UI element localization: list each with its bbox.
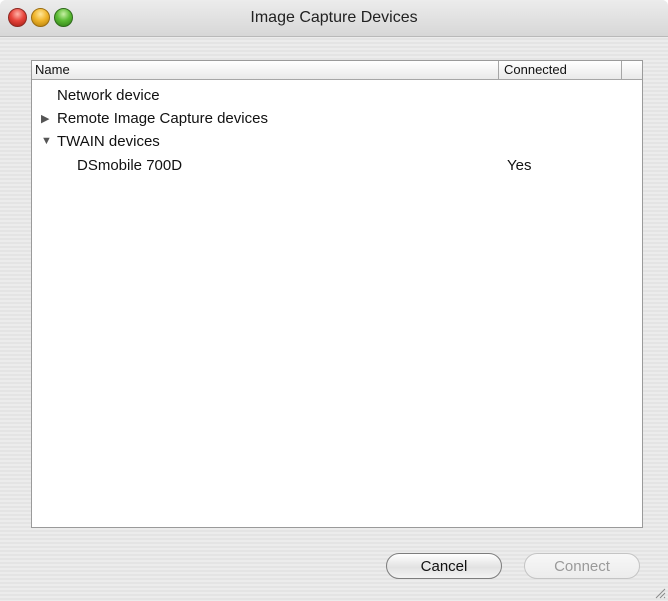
window-title: Image Capture Devices: [250, 9, 418, 26]
column-divider: [498, 61, 499, 79]
table-row-remote-devices[interactable]: ▶ Remote Image Capture devices: [32, 108, 642, 131]
disclosure-collapsed-icon[interactable]: ▶: [41, 112, 49, 125]
table-row-twain-devices[interactable]: ▼ TWAIN devices: [32, 131, 642, 154]
table-row-network-device[interactable]: Network device: [32, 85, 642, 108]
table-header: Name Connected: [32, 61, 642, 80]
resize-grip-icon[interactable]: [654, 587, 666, 599]
row-label: DSmobile 700D: [77, 157, 183, 174]
row-label: TWAIN devices: [57, 133, 160, 150]
table-row-dsmobile[interactable]: DSmobile 700D Yes: [32, 155, 642, 178]
device-table[interactable]: Name Connected Network device ▶ Remote I…: [31, 60, 643, 528]
title-bar[interactable]: Image Capture Devices: [0, 0, 668, 37]
row-label: Network device: [57, 87, 160, 104]
disclosure-expanded-icon[interactable]: ▼: [41, 135, 52, 147]
row-connected-status: Yes: [507, 157, 532, 174]
row-label: Remote Image Capture devices: [57, 110, 268, 127]
column-divider: [621, 61, 622, 79]
connect-button[interactable]: Connect: [524, 553, 640, 579]
column-header-connected[interactable]: Connected: [504, 62, 567, 77]
image-capture-window: Image Capture Devices Name Connected Net…: [0, 0, 668, 601]
cancel-button[interactable]: Cancel: [386, 553, 502, 579]
column-header-name[interactable]: Name: [35, 62, 70, 77]
